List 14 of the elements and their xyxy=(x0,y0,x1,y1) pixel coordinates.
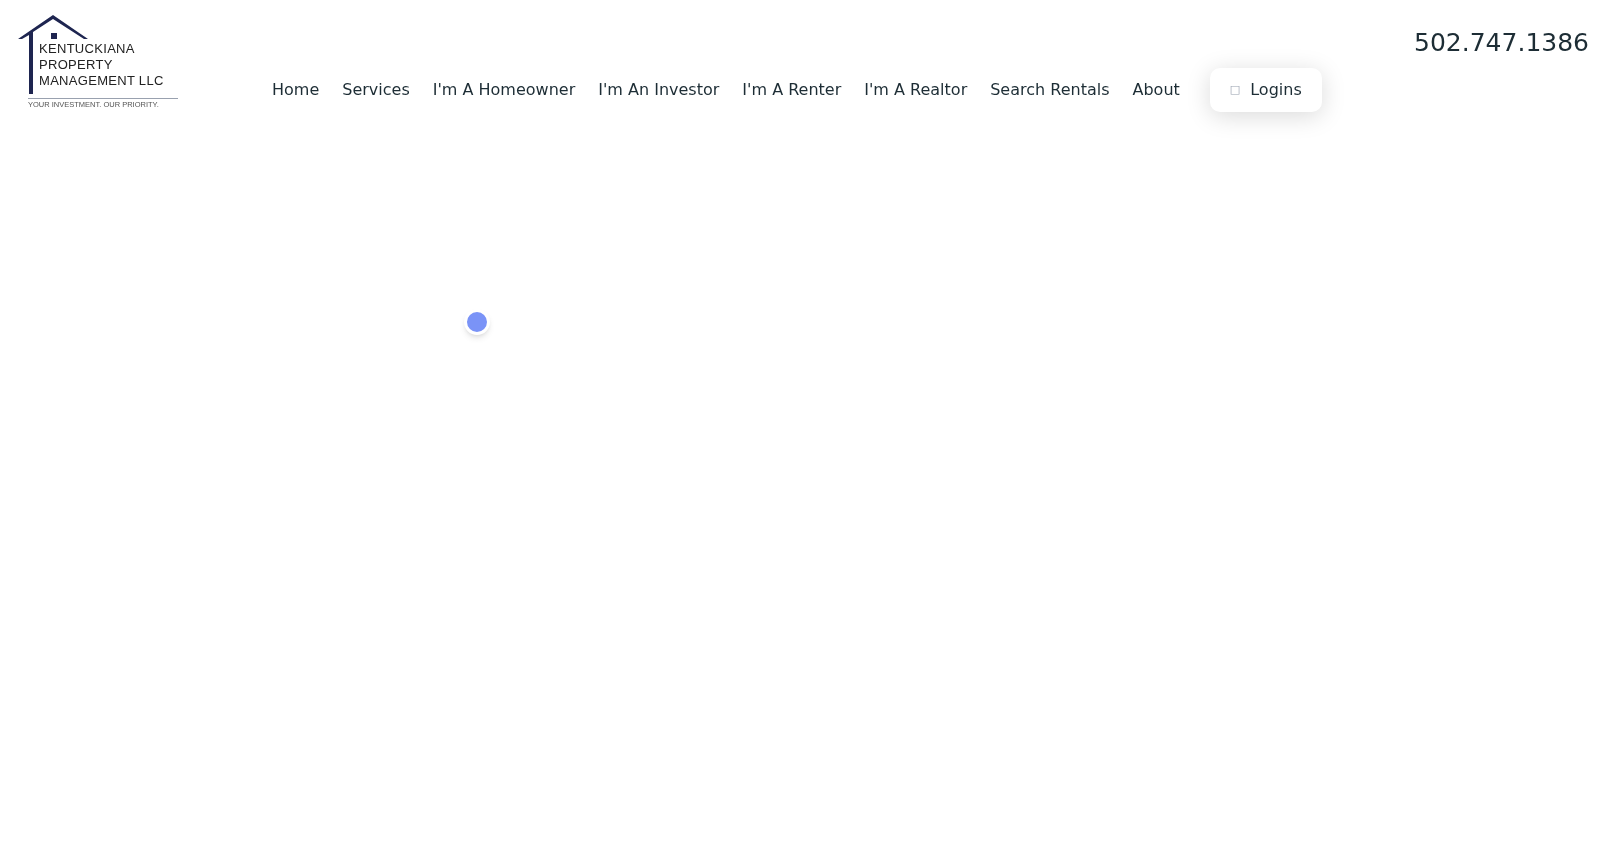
logo-text: KENTUCKIANA xyxy=(39,41,136,57)
nav-link[interactable]: About xyxy=(1124,68,1188,112)
nav-link[interactable]: I'm A Homeowner xyxy=(424,68,584,112)
logo-text: PROPERTY xyxy=(39,57,114,73)
nav-link[interactable]: Search Rentals xyxy=(982,68,1118,112)
logo-text: MANAGEMENT LLC xyxy=(39,73,164,89)
phone-number[interactable]: 502.747.1386 xyxy=(1414,24,1589,62)
nav-link[interactable]: I'm A Realtor xyxy=(856,68,976,112)
square-icon: □ xyxy=(1229,81,1241,99)
logins-button[interactable]: □ Logins xyxy=(1209,68,1322,112)
nav-link[interactable]: Home xyxy=(264,68,328,112)
nav-link[interactable]: I'm An Investor xyxy=(590,68,728,112)
nav-link[interactable]: Services xyxy=(334,68,418,112)
nav-link[interactable]: I'm A Renter xyxy=(734,68,850,112)
